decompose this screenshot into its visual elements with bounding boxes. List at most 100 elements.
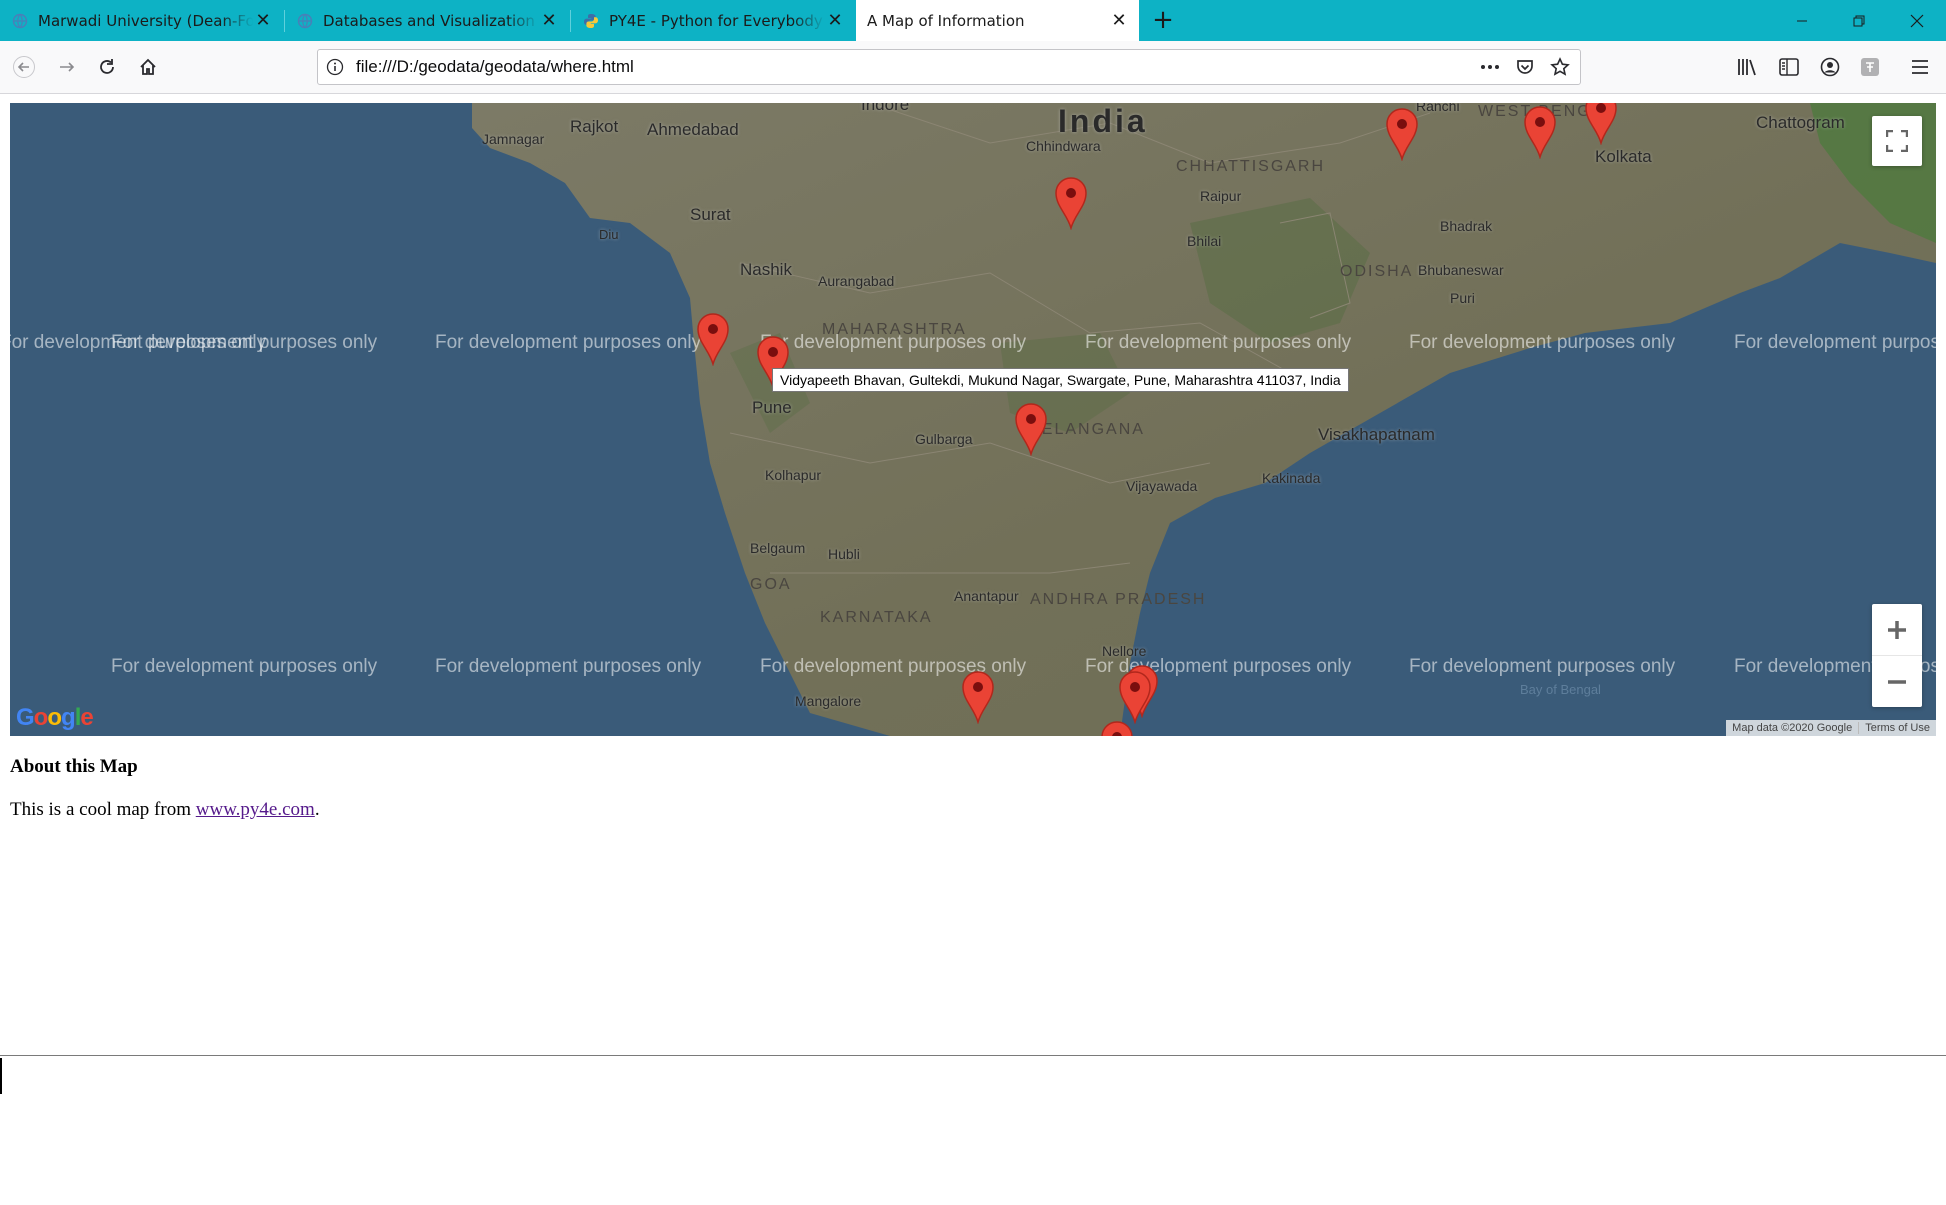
tab-databases[interactable]: Databases and Visualization (p ✕ (285, 0, 569, 41)
plus-icon[interactable]: + (1148, 5, 1178, 35)
tab-title: A Map of Information (867, 11, 1025, 30)
home-icon[interactable] (132, 51, 164, 83)
info-icon[interactable] (326, 58, 344, 76)
url-bar[interactable]: file:///D:/geodata/geodata/where.html (317, 49, 1581, 85)
state-label: GOA (750, 576, 792, 593)
zoom-control (1872, 604, 1922, 707)
city-label: Surat (690, 205, 731, 224)
country-label: India (1058, 103, 1148, 139)
map-marker[interactable] (1584, 103, 1618, 145)
sidebar-icon[interactable] (1773, 51, 1805, 83)
python-icon (583, 13, 599, 29)
city-label: Chattogram (1756, 113, 1845, 132)
terms-link[interactable]: Terms of Use (1858, 722, 1936, 734)
city-label: Ranchi (1416, 103, 1460, 114)
tab-py4e[interactable]: PY4E - Python for Everybody ✕ (571, 0, 855, 41)
watermark: For development purposes only (1409, 332, 1676, 353)
close-icon[interactable]: ✕ (253, 10, 273, 31)
map-marker[interactable] (1385, 107, 1419, 161)
state-label: ODISHA (1340, 263, 1414, 280)
zoom-out-icon[interactable] (1872, 656, 1922, 707)
city-label: Kolhapur (765, 467, 822, 483)
city-label: Jamnagar (482, 131, 545, 147)
map-marker[interactable] (1054, 176, 1088, 230)
city-label: Rajkot (570, 117, 619, 136)
tab-map-active[interactable]: A Map of Information ✕ (856, 0, 1139, 41)
map-land (472, 103, 1936, 736)
tab-title: Marwadi University (Dean-FoE) (38, 11, 253, 30)
url-text[interactable]: file:///D:/geodata/geodata/where.html (356, 57, 634, 77)
tab-strip: Marwadi University (Dean-FoE) ✕ Database… (0, 0, 1946, 41)
library-icon[interactable] (1732, 51, 1764, 83)
globe-icon (297, 13, 313, 29)
close-icon[interactable]: ✕ (539, 10, 559, 31)
account-icon[interactable] (1814, 51, 1846, 83)
watermark: For development purposes only (1734, 332, 1936, 353)
about-text-end: . (314, 799, 320, 820)
watermark: For development purposes only (111, 656, 378, 677)
back-arrow-icon[interactable] (8, 51, 40, 83)
about-paragraph: This is a cool map from www.py4e.com. (10, 799, 320, 821)
google-logo[interactable]: Google (16, 704, 94, 732)
close-window-icon[interactable] (1894, 0, 1940, 41)
city-label: Mangalore (795, 693, 862, 709)
pocket-icon[interactable] (1513, 55, 1537, 79)
city-label: Pune (752, 398, 792, 417)
city-label: Indore (861, 103, 910, 114)
attribution-text: Map data ©2020 Google (1732, 722, 1853, 734)
globe-icon (12, 13, 28, 29)
city-label: Nashik (740, 260, 792, 279)
reload-icon[interactable] (91, 51, 123, 83)
city-label: Belgaum (750, 540, 806, 556)
tab-marwadi[interactable]: Marwadi University (Dean-FoE) ✕ (0, 0, 283, 41)
navigation-toolbar: file:///D:/geodata/geodata/where.html (0, 41, 1946, 94)
city-label: Nellore (1102, 643, 1147, 659)
city-label: Gulbarga (915, 431, 973, 447)
text-caret (0, 1058, 2, 1094)
extension-icon[interactable] (1854, 51, 1886, 83)
state-label: KARNATAKA (820, 609, 933, 626)
map-marker[interactable] (1118, 670, 1152, 724)
city-label: Visakhapatnam (1318, 425, 1435, 444)
state-label: CHHATTISGARH (1176, 158, 1326, 175)
close-icon[interactable]: ✕ (825, 10, 845, 31)
tab-title: PY4E - Python for Everybody (609, 11, 823, 30)
city-label: Aurangabad (818, 273, 895, 289)
map-marker[interactable] (961, 670, 995, 724)
map-marker[interactable] (1014, 402, 1048, 456)
map-marker[interactable] (696, 312, 730, 366)
city-label: Puri (1450, 290, 1475, 306)
city-label: Chhindwara (1026, 138, 1101, 154)
watermark: For development purposes only (1409, 656, 1676, 677)
fullscreen-icon[interactable] (1872, 116, 1922, 166)
google-map[interactable]: For development purposes only For develo… (10, 103, 1936, 736)
star-bookmark-icon[interactable] (1548, 55, 1572, 79)
city-label: Bhadrak (1440, 218, 1493, 234)
map-marker[interactable] (1523, 105, 1557, 159)
more-actions-icon[interactable] (1478, 55, 1502, 79)
watermark: For development purposes only (1085, 332, 1352, 353)
city-label: Anantapur (954, 588, 1019, 604)
py4e-link[interactable]: www.py4e.com (196, 799, 315, 820)
minimize-icon[interactable] (1779, 0, 1825, 41)
marker-tooltip: Vidyapeeth Bhavan, Gultekdi, Mukund Naga… (772, 368, 1349, 392)
close-icon[interactable]: ✕ (1109, 10, 1129, 31)
city-label: Raipur (1200, 188, 1242, 204)
city-label: Vijayawada (1126, 478, 1198, 494)
zoom-in-icon[interactable] (1872, 604, 1922, 656)
watermark: For development purposes only (435, 656, 702, 677)
city-label: Kakinada (1262, 470, 1321, 486)
map-attribution: Map data ©2020 Google Terms of Use (1726, 720, 1936, 736)
forward-arrow-icon[interactable] (51, 51, 83, 83)
restore-icon[interactable] (1836, 0, 1882, 41)
divider (0, 1055, 1946, 1056)
city-label: Kolkata (1595, 147, 1652, 166)
about-text: This is a cool map from (10, 799, 196, 820)
map-marker[interactable] (1100, 720, 1134, 736)
state-label: MAHARASHTRA (822, 321, 967, 338)
city-label: Bhilai (1187, 233, 1222, 249)
watermark: For development purposes only (111, 332, 378, 353)
about-heading: About this Map (10, 756, 138, 777)
city-label: Ahmedabad (647, 120, 739, 139)
menu-hamburger-icon[interactable] (1904, 51, 1936, 83)
